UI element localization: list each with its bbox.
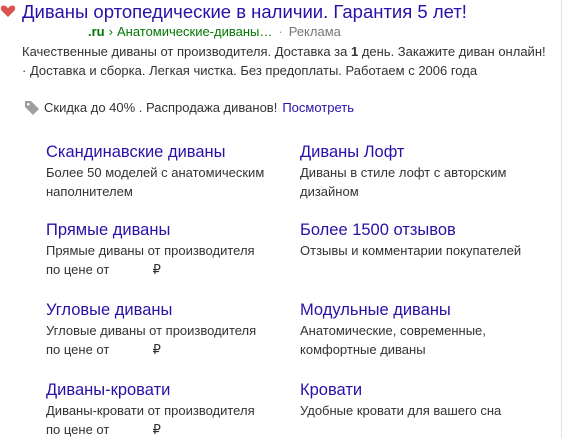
sitelink-price-label: по цене от xyxy=(46,422,110,437)
sitelink-reviews: Более 1500 отзывов Отзывы и комментарии … xyxy=(300,219,560,260)
tag-icon xyxy=(25,101,39,115)
sitelink-desc-line: Угловые диваны от производителя xyxy=(46,323,257,338)
sitelink-title[interactable]: Кровати xyxy=(300,379,560,401)
sitelink-corner: Угловые диваны Угловые диваны от произво… xyxy=(46,299,306,359)
sitelink-desc-line: Прямые диваны от производителя xyxy=(46,243,255,258)
sitelink-title[interactable]: Угловые диваны xyxy=(46,299,306,321)
search-ad: Диваны ортопедические в наличии. Гаранти… xyxy=(0,0,562,438)
sitelink-price-label: по цене от xyxy=(46,342,110,357)
sitelink-title[interactable]: Прямые диваны xyxy=(46,219,306,241)
ad-description-text: Качественные диваны от производителя. До… xyxy=(22,44,351,59)
sitelink-title[interactable]: Скандинавские диваны xyxy=(46,141,306,163)
sitelink-title[interactable]: Более 1500 отзывов xyxy=(300,219,560,241)
sitelink-description: Прямые диваны от производителя по цене от… xyxy=(46,241,306,279)
breadcrumb-separator: › xyxy=(108,24,113,39)
sitelink-straight: Прямые диваны Прямые диваны от производи… xyxy=(46,219,306,279)
sitelink-description: Диваны-кровати от производителя по цене о… xyxy=(46,401,306,439)
promo-text: Скидка до 40% . Распродажа диванов! xyxy=(44,100,278,115)
ad-label: Реклама xyxy=(288,24,341,39)
sitelink-description: Анатомические, современные, комфортные д… xyxy=(300,323,486,357)
sitelink-description: Диваны в стиле лофт с авторским дизайном xyxy=(300,165,507,199)
sitelink-title[interactable]: Диваны-кровати xyxy=(46,379,306,401)
sitelink-beds: Кровати Удобные кровати для вашего сна xyxy=(300,379,560,420)
sitelink-title[interactable]: Диваны Лофт xyxy=(300,141,560,163)
sitelink-description: Удобные кровати для вашего сна xyxy=(300,403,502,418)
sitelink-modular: Модульные диваны Анатомические, современ… xyxy=(300,299,560,359)
ruble-sign: ₽ xyxy=(152,262,161,277)
sitelink-description: Угловые диваны от производителя по цене о… xyxy=(46,321,306,359)
sitelink-description: Отзывы и комментарии покупателей xyxy=(300,243,522,258)
promo-link[interactable]: Посмотреть xyxy=(282,100,354,115)
ad-title-link[interactable]: Диваны ортопедические в наличии. Гаранти… xyxy=(22,0,467,24)
sitelink-title[interactable]: Модульные диваны xyxy=(300,299,560,321)
ruble-sign: ₽ xyxy=(152,342,161,357)
sitelink-scandinavian: Скандинавские диваны Более 50 моделей с … xyxy=(46,141,306,201)
ad-url-line: .ru › Анатомические-диваны… · Реклама xyxy=(88,24,341,39)
sitelink-description: Более 50 моделей с анатомическим наполни… xyxy=(46,165,265,199)
sitelink-sofa-beds: Диваны-кровати Диваны-кровати от произво… xyxy=(46,379,306,439)
ruble-sign: ₽ xyxy=(152,422,161,437)
sitelink-desc-line: Диваны-кровати от производителя xyxy=(46,403,255,418)
ad-path-link[interactable]: Анатомические-диваны… xyxy=(117,24,272,39)
sitelink-price-label: по цене от xyxy=(46,262,110,277)
ad-domain[interactable]: .ru xyxy=(88,24,105,39)
heart-icon[interactable] xyxy=(0,4,16,18)
ad-description: Качественные диваны от производителя. До… xyxy=(22,42,552,80)
sitelink-loft: Диваны Лофт Диваны в стиле лофт с авторс… xyxy=(300,141,560,201)
promo-line: Скидка до 40% . Распродажа диванов! Посмо… xyxy=(44,98,354,118)
